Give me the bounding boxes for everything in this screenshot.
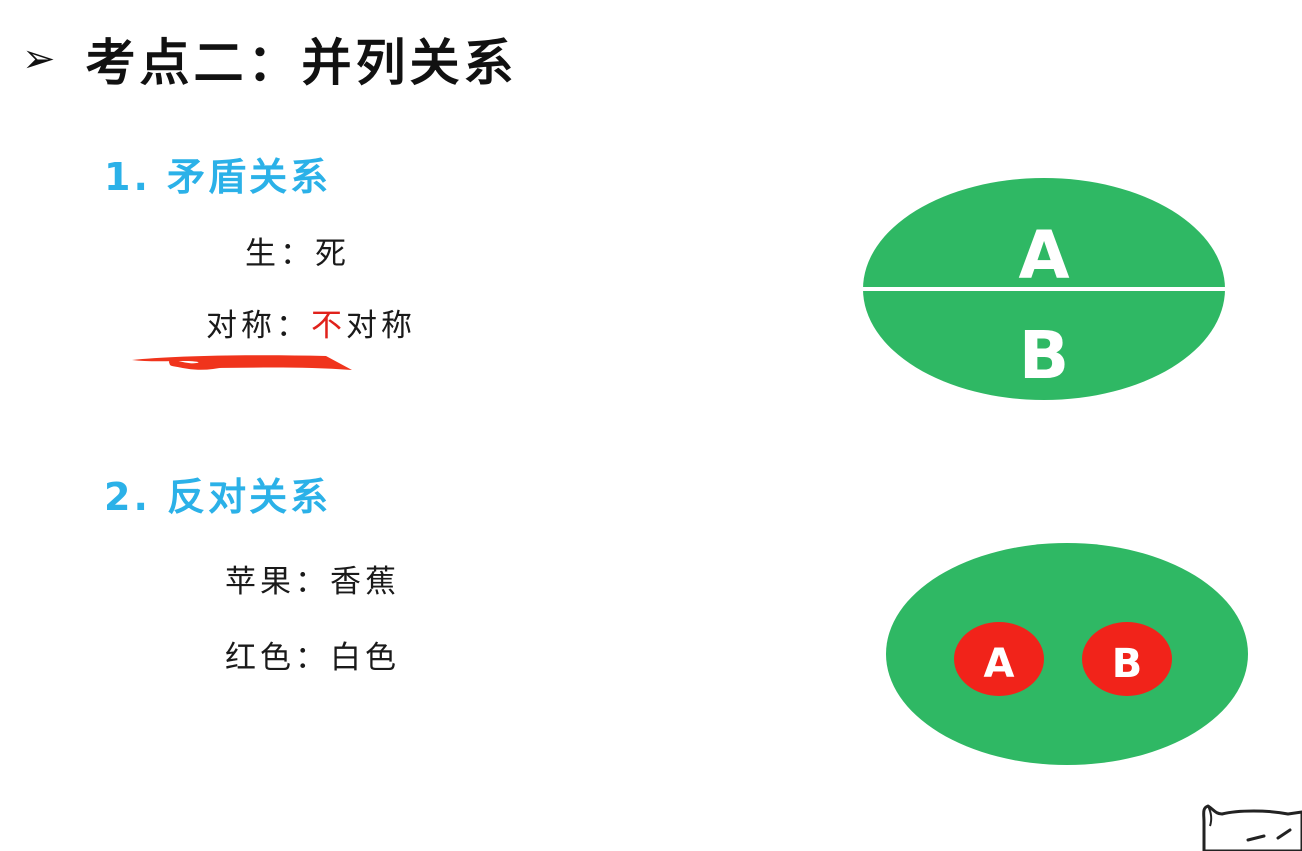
label-a: A xyxy=(984,641,1015,687)
diagram-ellipse xyxy=(886,543,1248,765)
label-b: B xyxy=(1112,641,1143,687)
pair-suffix: 对称 xyxy=(346,308,416,344)
contrary-diagram: A B xyxy=(886,543,1248,765)
arrow-bullet-icon: ➢ xyxy=(22,36,56,82)
negation-char: 不 xyxy=(311,308,346,344)
section-heading-contradictory: 1. 矛盾关系 xyxy=(104,155,332,199)
pair-prefix: 对称： xyxy=(206,308,311,344)
page-title-text: 考点二：并列关系 xyxy=(85,34,518,92)
mascot-icon xyxy=(1202,804,1302,851)
label-a: A xyxy=(1018,217,1069,294)
section-heading-contrary: 2. 反对关系 xyxy=(104,475,332,519)
pair-apple-banana: 苹果：香蕉 xyxy=(225,564,400,600)
page-title: ➢ 考点二：并列关系 xyxy=(22,24,518,94)
pair-life-death: 生：死 xyxy=(245,236,350,272)
red-underline-annotation xyxy=(132,355,352,370)
contradictory-diagram: A B xyxy=(862,178,1228,400)
label-b: B xyxy=(1019,317,1069,394)
pair-symmetric-asymmetric: 对称：不对称 xyxy=(206,300,416,345)
pair-red-white: 红色：白色 xyxy=(225,640,400,676)
